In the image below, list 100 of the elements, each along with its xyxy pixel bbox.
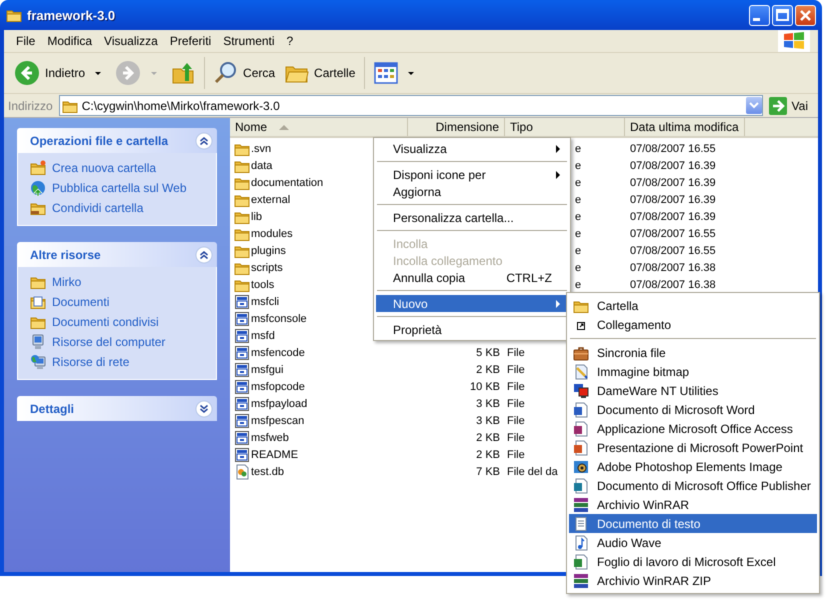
briefcase-icon [573,344,589,360]
file-name[interactable]: external [251,194,290,206]
menu-item[interactable]: Modifica [41,34,98,48]
documents-folder-icon [30,294,46,310]
file-name[interactable]: msfencode [251,346,305,358]
menu-item[interactable]: Documento di testo [569,514,817,533]
file-name[interactable]: README [251,448,298,460]
file-name[interactable]: tools [251,278,274,290]
menu-item[interactable]: File [10,34,42,48]
maximize-button[interactable] [772,4,793,26]
file-name[interactable]: msfpescan [251,414,304,426]
panel-header[interactable]: Dettagli [17,396,217,421]
file-date: 07/08/2007 16.39 [630,194,716,206]
panel-header[interactable]: Altre risorse [17,242,217,267]
menu-item[interactable]: Preferiti [164,34,218,48]
menu-item[interactable]: Sincronia file [569,343,817,362]
menu-item[interactable]: Documento di Microsoft Office Publisher [569,476,817,495]
file-name[interactable]: msfpayload [251,398,308,410]
program-file-icon [234,328,250,344]
collapse-chevron-icon[interactable] [195,246,213,264]
minimize-button[interactable] [749,4,770,26]
menu-item[interactable]: Archivio WinRAR [569,495,817,514]
file-type: e [575,262,582,274]
collapse-chevron-icon[interactable] [195,132,213,150]
file-name[interactable]: scripts [251,262,283,274]
file-type: File [507,380,525,392]
dropdown-button[interactable] [746,97,762,114]
address-field[interactable]: C:\cygwin\home\Mirko\framework-3.0 [58,95,763,116]
task-link[interactable]: Documenti condivisi [52,315,159,329]
file-type: e [575,176,582,188]
menu-item[interactable]: Cartella [569,296,817,315]
file-type: File [507,398,525,410]
file-size: 2 KB [476,448,500,460]
menu-item[interactable]: ? [280,34,300,48]
menu-item[interactable]: Disponi icone per [376,166,568,183]
menu-item[interactable]: Aggiorna [376,183,568,200]
program-file-icon [234,294,250,310]
menu-item[interactable]: Archivio WinRAR ZIP [569,571,817,590]
back-button[interactable]: Indietro [10,57,90,89]
file-name[interactable]: .svn [251,142,272,154]
file-name[interactable]: documentation [251,176,324,188]
menu-item[interactable]: Audio Wave [569,533,817,552]
data-file-icon [234,464,250,480]
column-header[interactable]: Nome [230,118,408,136]
go-arrow-icon [768,96,787,114]
expand-chevron-icon[interactable] [195,400,213,418]
close-button[interactable] [795,4,816,26]
file-size: 2 KB [476,364,500,376]
go-button[interactable]: Vai [766,96,814,114]
globe-icon [30,180,46,196]
file-date: 07/08/2007 16.55 [630,142,716,154]
folders-button[interactable]: Cartelle [281,58,360,88]
camera-eye-icon [573,458,589,474]
file-name[interactable]: msfd [251,330,275,342]
menu-item[interactable]: DameWare NT Utilities [569,381,817,400]
books-icon [573,572,589,588]
menu-item[interactable]: Documento di Microsoft Word [569,400,817,419]
menu-item[interactable]: Presentazione di Microsoft PowerPoint [569,438,817,457]
file-name[interactable]: plugins [251,244,286,256]
file-name[interactable]: msfweb [251,432,289,444]
task-link[interactable]: Pubblica cartella sul Web [52,181,187,195]
caret-icon[interactable] [95,72,102,74]
file-name[interactable]: msfgui [251,364,284,376]
menu-item[interactable]: Strumenti [217,34,281,48]
file-name[interactable]: msfcli [251,296,280,308]
column-header[interactable]: Tipo [505,118,625,136]
task-link[interactable]: Documenti [52,295,110,309]
task-link[interactable]: Risorse di rete [52,355,130,369]
search-button[interactable]: Cerca [210,58,280,88]
task-link[interactable]: Mirko [52,275,82,289]
menu-item[interactable]: Nuovo [376,295,568,312]
menu-item[interactable]: Foglio di lavoro di Microsoft Excel [569,552,817,571]
file-name[interactable]: data [251,160,272,172]
file-name[interactable]: msfconsole [251,312,307,324]
task-link[interactable]: Risorse del computer [52,335,166,349]
menu-item[interactable]: Applicazione Microsoft Office Access [569,419,817,438]
search-icon [214,61,238,85]
task-link[interactable]: Condividi cartella [52,201,144,215]
panel-header[interactable]: Operazioni file e cartella [17,128,217,153]
document-icon [573,554,589,570]
caret-icon[interactable] [408,72,414,74]
file-type: e [575,228,582,240]
program-file-icon [234,430,250,446]
menu-item[interactable]: Proprietà [376,321,568,338]
file-name[interactable]: modules [251,228,293,240]
file-name[interactable]: lib [251,210,262,222]
task-link[interactable]: Crea nuova cartella [52,161,156,175]
file-size: 2 KB [476,432,500,444]
menu-item[interactable]: Personalizza cartella... [376,209,568,226]
menu-item[interactable]: Collegamento [569,315,817,334]
menu-item[interactable]: Immagine bitmap [569,362,817,381]
menu-item[interactable]: Visualizza [376,140,568,157]
new-folder-icon [30,160,46,176]
file-name[interactable]: msfopcode [251,380,305,392]
column-header[interactable]: Data ultima modifica [625,118,745,136]
column-header[interactable]: Dimensione [408,118,505,136]
file-name[interactable]: test.db [251,466,284,478]
menu-item[interactable]: Visualizza [98,34,164,48]
menu-item[interactable]: Adobe Photoshop Elements Image [569,457,817,476]
menu-item[interactable]: Annulla copia CTRL+Z [376,269,568,286]
